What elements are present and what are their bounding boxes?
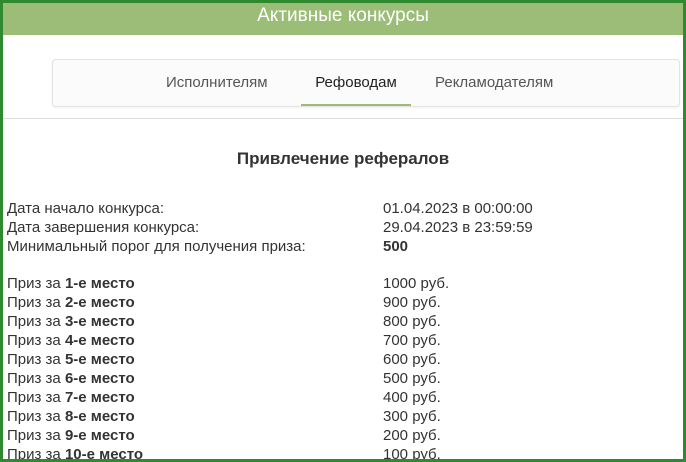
page-header: Активные конкурсы <box>3 3 683 35</box>
page-frame: Активные конкурсы Исполнителям Рефоводам… <box>0 0 686 462</box>
prize-place: 3-е место <box>64 313 135 330</box>
prize-amount: 900 руб. <box>383 294 441 311</box>
prize-prefix: Приз за <box>7 313 61 330</box>
prize-prefix: Приз за <box>7 351 61 368</box>
prize-amount: 500 руб. <box>383 370 441 387</box>
prize-prefix: Приз за <box>7 427 61 444</box>
prize-place: 8-е место <box>64 408 135 425</box>
end-date-label: Дата завершения конкурса: <box>7 219 200 236</box>
tab-advertisers[interactable]: Рекламодателям <box>435 60 553 106</box>
prize-place: 6-е место <box>64 370 135 387</box>
tab-bar: Исполнителям Рефоводам Рекламодателям <box>52 59 680 107</box>
prize-place: 10-е место <box>64 446 144 462</box>
prize-amount: 600 руб. <box>383 351 441 368</box>
prize-place: 9-е место <box>64 427 135 444</box>
prize-prefix: Приз за <box>7 389 61 406</box>
prize-prefix: Приз за <box>7 446 61 462</box>
end-date-value: 29.04.2023 в 23:59:59 <box>383 219 533 236</box>
prize-prefix: Приз за <box>7 408 61 425</box>
prize-amount: 400 руб. <box>383 389 441 406</box>
threshold-label: Минимальный порог для получения приза: <box>7 238 306 255</box>
prize-prefix: Приз за <box>7 294 61 311</box>
threshold-value: 500 <box>383 238 409 255</box>
prize-place: 4-е место <box>64 332 135 349</box>
tab-referrers[interactable]: Рефоводам <box>301 60 411 106</box>
prize-place: 1-е место <box>64 275 135 292</box>
prize-amount: 700 руб. <box>383 332 441 349</box>
prize-amount: 800 руб. <box>383 313 441 330</box>
start-date-label: Дата начало конкурса: <box>7 200 165 217</box>
page-title: Активные конкурсы <box>257 5 429 26</box>
prize-amount: 1000 руб. <box>383 275 450 292</box>
divider <box>3 118 683 119</box>
prize-prefix: Приз за <box>7 370 61 387</box>
prize-place: 7-е место <box>64 389 135 406</box>
prize-amount: 200 руб. <box>383 427 441 444</box>
contest-title: Привлечение рефералов <box>236 149 450 168</box>
tab-executors[interactable]: Исполнителям <box>166 60 268 106</box>
prize-amount: 100 руб. <box>383 446 441 462</box>
prize-amount: 300 руб. <box>383 408 441 425</box>
prize-place: 2-е место <box>64 294 135 311</box>
prize-prefix: Приз за <box>7 275 61 292</box>
prize-prefix: Приз за <box>7 332 61 349</box>
prize-place: 5-е место <box>64 351 135 368</box>
start-date-value: 01.04.2023 в 00:00:00 <box>383 200 533 217</box>
